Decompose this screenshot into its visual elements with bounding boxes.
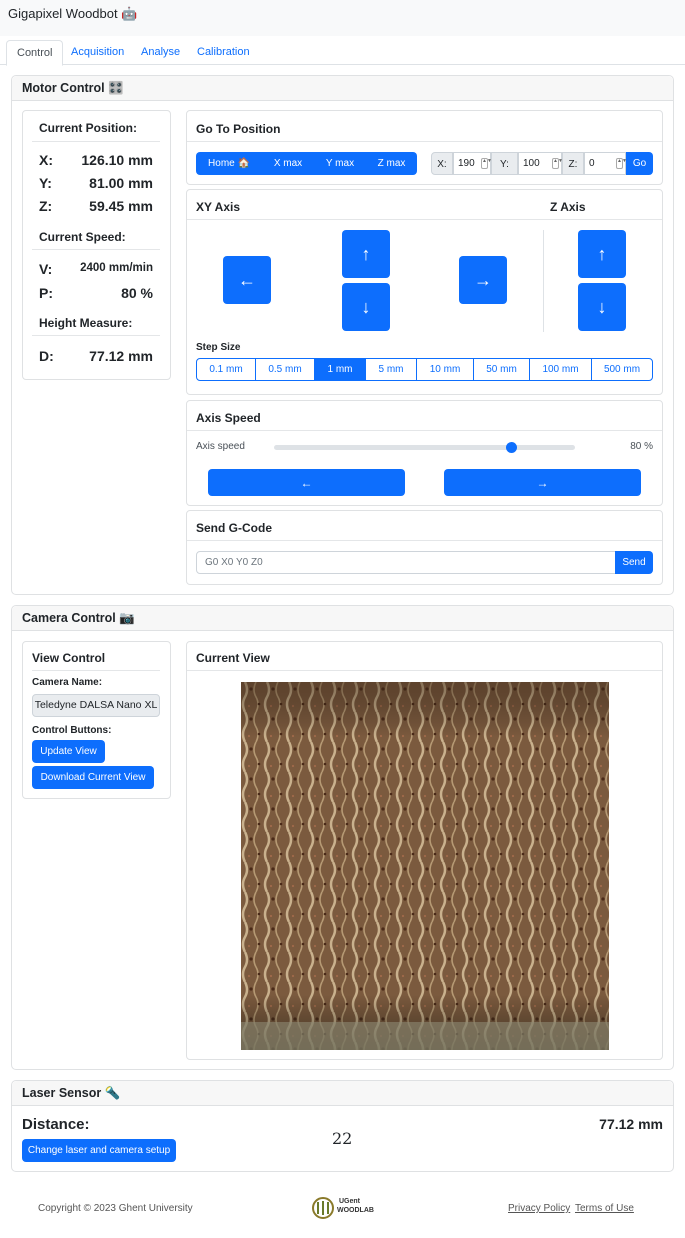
spinner-icon[interactable]: ▲▼	[616, 158, 627, 169]
page-number: 22	[332, 1129, 353, 1148]
step-option[interactable]: 5 mm	[366, 359, 417, 380]
gcode-title: Send G-Code	[196, 521, 273, 535]
z-plus-button[interactable]: ↑	[578, 230, 626, 278]
axis-speed-title: Axis Speed	[196, 411, 261, 425]
step-option[interactable]: 50 mm	[474, 359, 530, 380]
y-max-button[interactable]: Y max	[314, 152, 366, 175]
step-option[interactable]: 100 mm	[530, 359, 592, 380]
change-setup-button[interactable]: Change laser and camera setup	[22, 1139, 176, 1162]
gcode-send-button[interactable]: Send	[615, 551, 653, 574]
camera-name-label: Camera Name:	[32, 677, 103, 688]
axis-speed-value: 80 %	[630, 441, 653, 452]
download-view-button[interactable]: Download Current View	[32, 766, 154, 789]
current-speed-title: Current Speed:	[39, 230, 126, 244]
privacy-link[interactable]: Privacy Policy	[508, 1203, 570, 1214]
speed-v-value: 2400 mm/min	[80, 262, 153, 274]
z-minus-button[interactable]: ↓	[578, 283, 626, 331]
height-d-value: 77.12 mm	[89, 348, 153, 364]
y-plus-button[interactable]: ↑	[342, 230, 390, 278]
speed-v-label: V:	[39, 261, 53, 277]
update-view-button[interactable]: Update View	[32, 740, 105, 763]
slider-thumb[interactable]	[506, 442, 517, 453]
woodlab-logo-icon	[312, 1197, 334, 1219]
tab-acquisition[interactable]: Acquisition	[61, 40, 134, 65]
xy-axis-title: XY Axis	[196, 200, 241, 214]
pos-x-value: 126.10 mm	[81, 152, 153, 168]
home-button[interactable]: Home 🏠	[196, 152, 262, 175]
height-measure-title: Height Measure:	[39, 316, 133, 330]
tab-control[interactable]: Control	[6, 40, 64, 66]
speed-decrease-button[interactable]: ←	[208, 469, 405, 496]
spinner-icon[interactable]: ▲▼	[481, 158, 492, 169]
goto-title: Go To Position	[196, 122, 281, 136]
step-option[interactable]: 10 mm	[417, 359, 474, 380]
logo-text-woodlab: WOODLAB	[337, 1207, 374, 1214]
step-size-group: 0.1 mm 0.5 mm 1 mm 5 mm 10 mm 50 mm 100 …	[196, 358, 653, 381]
z-axis-title: Z Axis	[550, 200, 586, 214]
x-minus-button[interactable]: ←	[223, 256, 271, 304]
copyright: Copyright © 2023 Ghent University	[38, 1203, 193, 1214]
pos-y-label: Y:	[39, 175, 52, 191]
go-button[interactable]: Go	[626, 152, 653, 175]
current-view-title: Current View	[196, 651, 270, 665]
z-max-button[interactable]: Z max	[366, 152, 417, 175]
laser-sensor-title: Laser Sensor 🔦	[12, 1081, 673, 1106]
view-control-title: View Control	[32, 651, 106, 665]
step-option[interactable]: 0.5 mm	[256, 359, 315, 380]
tab-calibration[interactable]: Calibration	[187, 40, 260, 65]
x-plus-button[interactable]: →	[459, 256, 507, 304]
speed-p-value: 80 %	[121, 285, 153, 301]
tab-bar: Control Acquisition Analyse Calibration	[0, 38, 685, 66]
control-buttons-label: Control Buttons:	[32, 725, 112, 736]
pos-z-label: Z:	[39, 198, 53, 214]
speed-increase-button[interactable]: →	[444, 469, 641, 496]
camera-image	[241, 682, 609, 1050]
terms-link[interactable]: Terms of Use	[575, 1203, 634, 1214]
pos-z-value: 59.45 mm	[89, 198, 153, 214]
step-size-title: Step Size	[196, 342, 241, 353]
axis-speed-label: Axis speed	[196, 441, 245, 452]
tab-analyse[interactable]: Analyse	[131, 40, 190, 65]
pos-y-value: 81.00 mm	[89, 175, 153, 191]
goto-button-group: Home 🏠 X max Y max Z max	[196, 152, 417, 175]
spinner-icon[interactable]: ▲▼	[552, 158, 563, 169]
step-option[interactable]: 0.1 mm	[197, 359, 256, 380]
x-max-button[interactable]: X max	[262, 152, 314, 175]
goto-y-label: Y:	[491, 152, 518, 175]
pos-x-label: X:	[39, 152, 53, 168]
height-d-label: D:	[39, 348, 54, 364]
speed-p-label: P:	[39, 285, 53, 301]
motor-control-title: Motor Control 🎛️	[12, 76, 673, 101]
goto-x-label: X:	[431, 152, 453, 175]
position-card	[22, 110, 171, 380]
y-minus-button[interactable]: ↓	[342, 283, 390, 331]
footer: Copyright © 2023 Ghent University UGent …	[0, 1185, 685, 1238]
distance-value: 77.12 mm	[599, 1116, 663, 1132]
camera-name-field: Teledyne DALSA Nano XL	[32, 694, 160, 717]
axis-speed-slider[interactable]	[274, 442, 575, 453]
distance-label: Distance:	[22, 1116, 90, 1133]
app-title: Gigapixel Woodbot 🤖	[8, 6, 138, 21]
step-option[interactable]: 500 mm	[592, 359, 652, 380]
camera-control-title: Camera Control 📷	[12, 606, 673, 631]
current-position-title: Current Position:	[39, 121, 137, 135]
logo-text-ugent: UGent	[339, 1198, 360, 1205]
step-option-selected[interactable]: 1 mm	[315, 359, 366, 380]
gcode-input[interactable]: G0 X0 Y0 Z0	[196, 551, 616, 574]
goto-x-input[interactable]: 190 ▲▼	[453, 152, 492, 175]
goto-y-input[interactable]: 100 ▲▼	[518, 152, 563, 175]
goto-z-label: Z:	[562, 152, 584, 175]
goto-z-input[interactable]: 0 ▲▼	[584, 152, 627, 175]
